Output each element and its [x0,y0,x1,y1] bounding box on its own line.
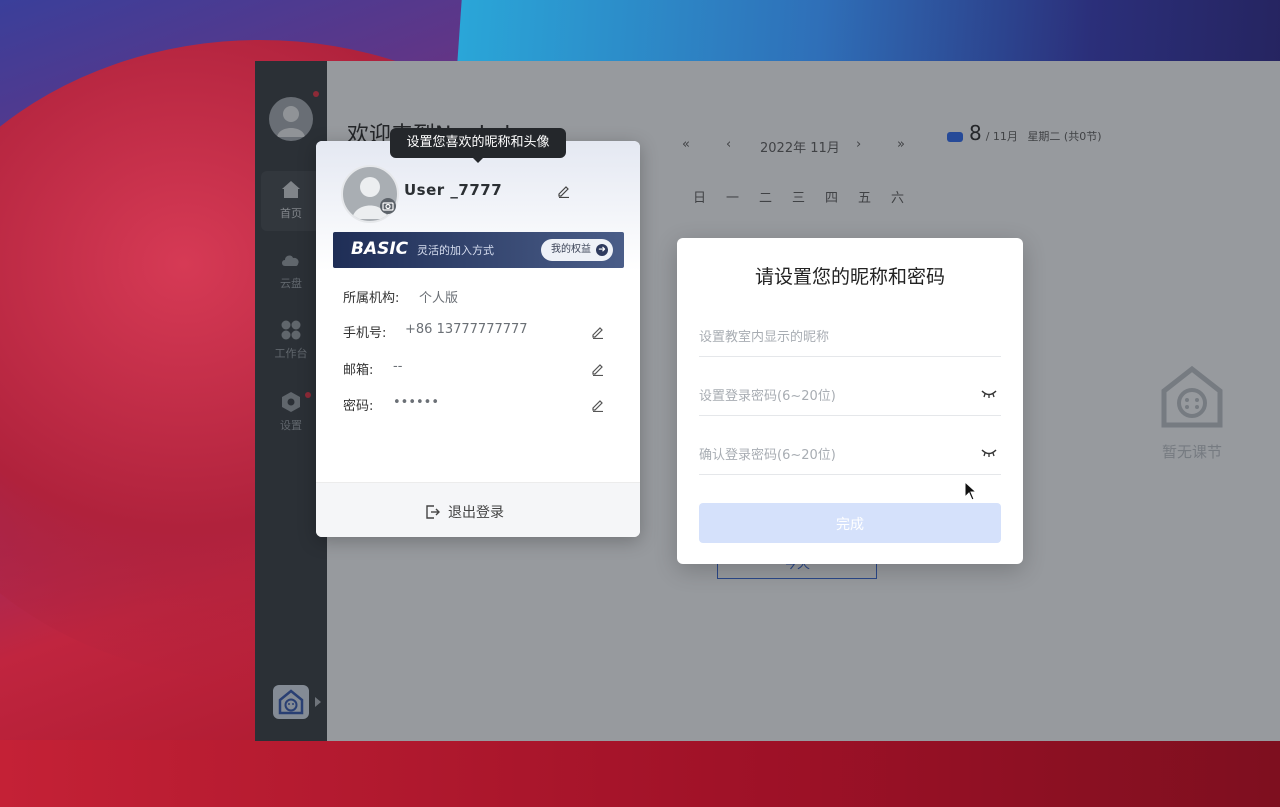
eye-closed-icon[interactable] [981,389,997,399]
benefits-button-label: 我的权益 [551,244,591,255]
email-row: 邮箱: -- [343,359,613,379]
organization-value: 个人版 [419,291,459,306]
email-value: -- [393,359,403,374]
password-field [699,377,1001,416]
wallpaper-bottom [0,740,1280,807]
nickname-input[interactable] [699,326,969,348]
plan-subtitle: 灵活的加入方式 [417,244,494,257]
tooltip-arrow [472,157,484,163]
email-label: 邮箱: [343,363,374,378]
phone-row: 手机号: +86 13777777777 [343,322,613,342]
phone-value: +86 13777777777 [405,322,528,337]
dialog-title: 请设置您的昵称和密码 [754,266,945,288]
password-input[interactable] [699,385,969,407]
profile-avatar[interactable] [341,165,399,223]
edit-username-icon[interactable] [557,184,571,198]
profile-username: User _7777 [404,181,503,199]
logout-label: 退出登录 [448,505,504,521]
benefits-button[interactable]: 我的权益 ➜ [541,239,613,261]
logout-button[interactable]: 退出登录 [424,502,504,522]
password-row: 密码: •••••• [343,395,613,415]
password-label: 密码: [343,399,374,414]
camera-icon[interactable] [380,198,396,214]
edit-phone-icon[interactable] [591,325,605,339]
organization-row: 所属机构: 个人版 [343,287,613,307]
nickname-field [699,318,1001,357]
avatar-tooltip: 设置您喜欢的昵称和头像 [390,128,566,158]
profile-popover: User _7777 BASIC 灵活的加入方式 我的权益 ➜ 所属机构: 个人… [316,141,640,537]
submit-button[interactable]: 完成 [699,503,1001,543]
edit-email-icon[interactable] [591,362,605,376]
organization-label: 所属机构: [343,291,400,306]
arrow-right-icon: ➜ [596,244,608,256]
mouse-cursor-icon [964,481,978,501]
plan-name: BASIC [351,239,409,259]
set-nickname-password-dialog: 请设置您的昵称和密码 完成 [677,238,1023,564]
plan-banner: BASIC 灵活的加入方式 我的权益 ➜ [333,232,624,268]
logout-icon [426,505,440,519]
eye-closed-icon[interactable] [981,448,997,458]
confirm-password-input[interactable] [699,444,969,466]
profile-footer: 退出登录 [316,482,640,537]
edit-password-icon[interactable] [591,398,605,412]
phone-label: 手机号: [343,326,387,341]
confirm-password-field [699,436,1001,475]
password-value: •••••• [393,395,440,410]
